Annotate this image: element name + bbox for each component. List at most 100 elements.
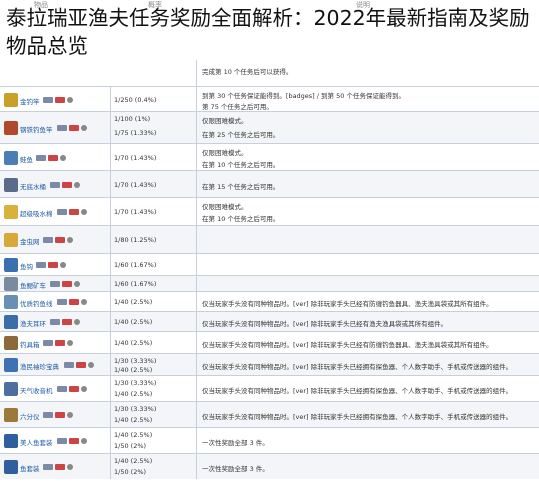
platform-badge-icon [62,181,72,188]
rate-cell: 1/80 (1.25%) [110,226,197,254]
note-cell: 仅当玩家手头没有同种物品时。[ver] 除非玩家手头已经拥有探鱼器、个人数字助手… [196,402,539,428]
drop-rate: 1/30 (3.33%) [114,379,157,387]
note-text: 到第 30 个任务保证能得到。[badges] / 到第 50 个任务保证能得到… [202,92,405,100]
note-text: 仅当玩家手头没有同种物品时。[ver] 除非玩家手头已经有渔夫渔具袋或其所有组件… [202,320,448,328]
item-cell: 鱼鳃矿车 [0,276,111,292]
platform-badge-icon [69,438,79,444]
item-name-link[interactable]: 鱼钩 [20,261,33,271]
item-name-link[interactable]: 金虫网 [20,236,40,246]
note-cell: 在第 15 个任务之后可用。 [196,171,539,198]
rate-cell: 1/100 (1%) 1/75 (1.33%) [110,112,197,144]
fishing-rod-icon [4,121,18,135]
item-name-link[interactable]: 六分仪 [20,411,40,421]
drop-rate: 1/40 (2.5%) [114,298,153,306]
item-name-link[interactable]: 优质钓鱼线 [20,298,53,308]
platform-badge-icon [36,154,46,161]
note-cell: 仅限困难模式。在第 25 个任务之后可用。 [196,112,539,144]
rate-cell: 1/60 (1.67%) [110,276,197,292]
top-note-row: 完成第 10 个任务后可以获得。 [0,60,539,86]
note-text-secondary: 在第 25 个任务之后可用。 [202,131,280,139]
platform-badge-icon [60,154,66,161]
item-name-link[interactable]: 钢铁钓鱼竿 [20,124,53,134]
item-cell: 鲑鱼 [0,144,111,171]
rate-cell: 1/250 (0.4%) [110,87,197,112]
item-cell: 金虫网 [0,226,111,254]
platform-badge-icon [81,299,87,305]
drop-rate: 1/40 (2.5%) [114,431,153,439]
item-cell: 渔民袖珍宝典 [0,354,111,376]
item-name-link[interactable]: 钓具箱 [20,339,40,349]
platform-badges [43,237,73,243]
platform-badge-icon [74,181,80,188]
item-name-link[interactable]: 渔民袖珍宝典 [20,361,59,371]
platform-badges [36,154,66,161]
drop-rate-alt: 1/40 (2.5%) [114,366,153,374]
platform-badge-icon [81,386,87,392]
rate-cell: 1/40 (2.5%) [110,292,197,312]
item-name-link[interactable]: 美人鱼套装 [20,437,53,447]
note-text-secondary: 在第 10 个任务之后可用。 [202,160,280,169]
platform-badge-icon [69,125,79,131]
table-row: 优质钓鱼线 1/40 (2.5%) 仅当玩家手头没有同种物品时。[ver] 除非玩家… [0,291,539,312]
table-row: 超级吸水棉 1/70 (1.43%) 仅限困难模式。 在第 10 个任务之后可用。 [0,197,539,226]
note-cell: 仅当玩家手头没有同种物品时。[ver] 除非玩家手头已经有防缠钓鱼器具、渔夫渔具… [196,292,539,312]
drop-rate-alt: 1/40 (2.5%) [114,390,153,398]
fish-icon [4,150,18,165]
platform-badge-icon [57,299,67,305]
item-name-link[interactable]: 鱼鳃矿车 [20,280,46,290]
platform-badge-icon [81,438,87,444]
radio-icon [4,382,18,396]
platform-badge-icon [67,96,73,103]
fishermans-guide-icon [4,358,18,372]
drop-rate: 1/70 (1.43%) [114,208,157,216]
table-row: 金钓竿 1/250 (0.4%) 到第 30 个任务保证能得到。[badges] /… [0,86,539,112]
platform-badges [57,299,87,305]
note-text: 在第 15 个任务之后可用。 [202,182,280,191]
rate-cell: 1/70 (1.43%) [110,171,197,198]
platform-badge-icon [57,125,67,131]
item-cell: 超级吸水棉 [0,198,111,226]
item-name-link[interactable]: 金钓竿 [20,96,40,106]
rate-cell: 1/60 (1.67%) [110,254,197,276]
note-cell: 仅当玩家手头没有同种物品时。[ver] 除非玩家手头已经有渔夫渔具袋或其所有组件… [196,312,539,332]
minecart-icon [4,277,18,291]
item-cell: 钓具箱 [0,332,111,354]
table-row: 鲑鱼 1/70 (1.43%) 仅限困难模式。 在第 10 个任务之后可用。 [0,143,539,171]
item-cell: 钢铁钓鱼竿 [0,112,111,144]
platform-badge-icon [55,412,65,418]
platform-badge-icon [50,181,60,188]
table-row: 鱼鳃矿车 1/60 (1.67%) [0,275,539,292]
earring-icon [4,315,18,329]
sponge-icon [4,205,18,219]
item-name-link[interactable]: 超级吸水棉 [20,208,53,218]
rate-cell: 1/40 (2.5%) [110,312,197,332]
item-cell: 鱼钩 [0,254,111,276]
note-text: 一次性奖励全部 3 件。 [202,439,269,447]
note-text: 一次性奖励全部 3 件。 [202,464,269,473]
platform-badge-icon [43,412,53,418]
golden-fishing-rod-icon [4,92,18,107]
item-name-link[interactable]: 渔夫耳环 [20,318,46,328]
note-text: 仅限困难模式。 [202,149,248,157]
note-text: 仅限困难模式。 [202,117,248,125]
note-cell [196,276,539,292]
drop-rate-alt: 1/50 (2%) [114,467,147,476]
platform-badge-icon [55,96,65,103]
sextant-icon [4,408,18,422]
top-note: 完成第 10 个任务后可以获得。 [202,68,293,76]
note-cell [196,254,539,276]
platform-badge-icon [36,262,46,268]
platform-badge-icon [57,386,67,392]
item-name-link[interactable]: 无底水桶 [20,181,46,191]
platform-badge-icon [64,362,74,368]
drop-rate: 1/80 (1.25%) [114,236,157,244]
drop-rate: 1/60 (1.67%) [114,261,157,269]
note-text-secondary: 在第 10 个任务之后可用。 [202,215,280,223]
item-name-link[interactable]: 鲑鱼 [20,154,33,164]
item-cell: 金钓竿 [0,87,111,112]
item-name-link[interactable]: 天气收音机 [20,385,53,395]
platform-badge-icon [69,209,79,215]
rate-cell: 1/40 (2.5%) 1/50 (2%) [110,454,197,479]
rate-cell: 1/40 (2.5%) 1/50 (2%) [110,428,197,454]
item-name-link[interactable]: 鱼套装 [20,463,40,473]
